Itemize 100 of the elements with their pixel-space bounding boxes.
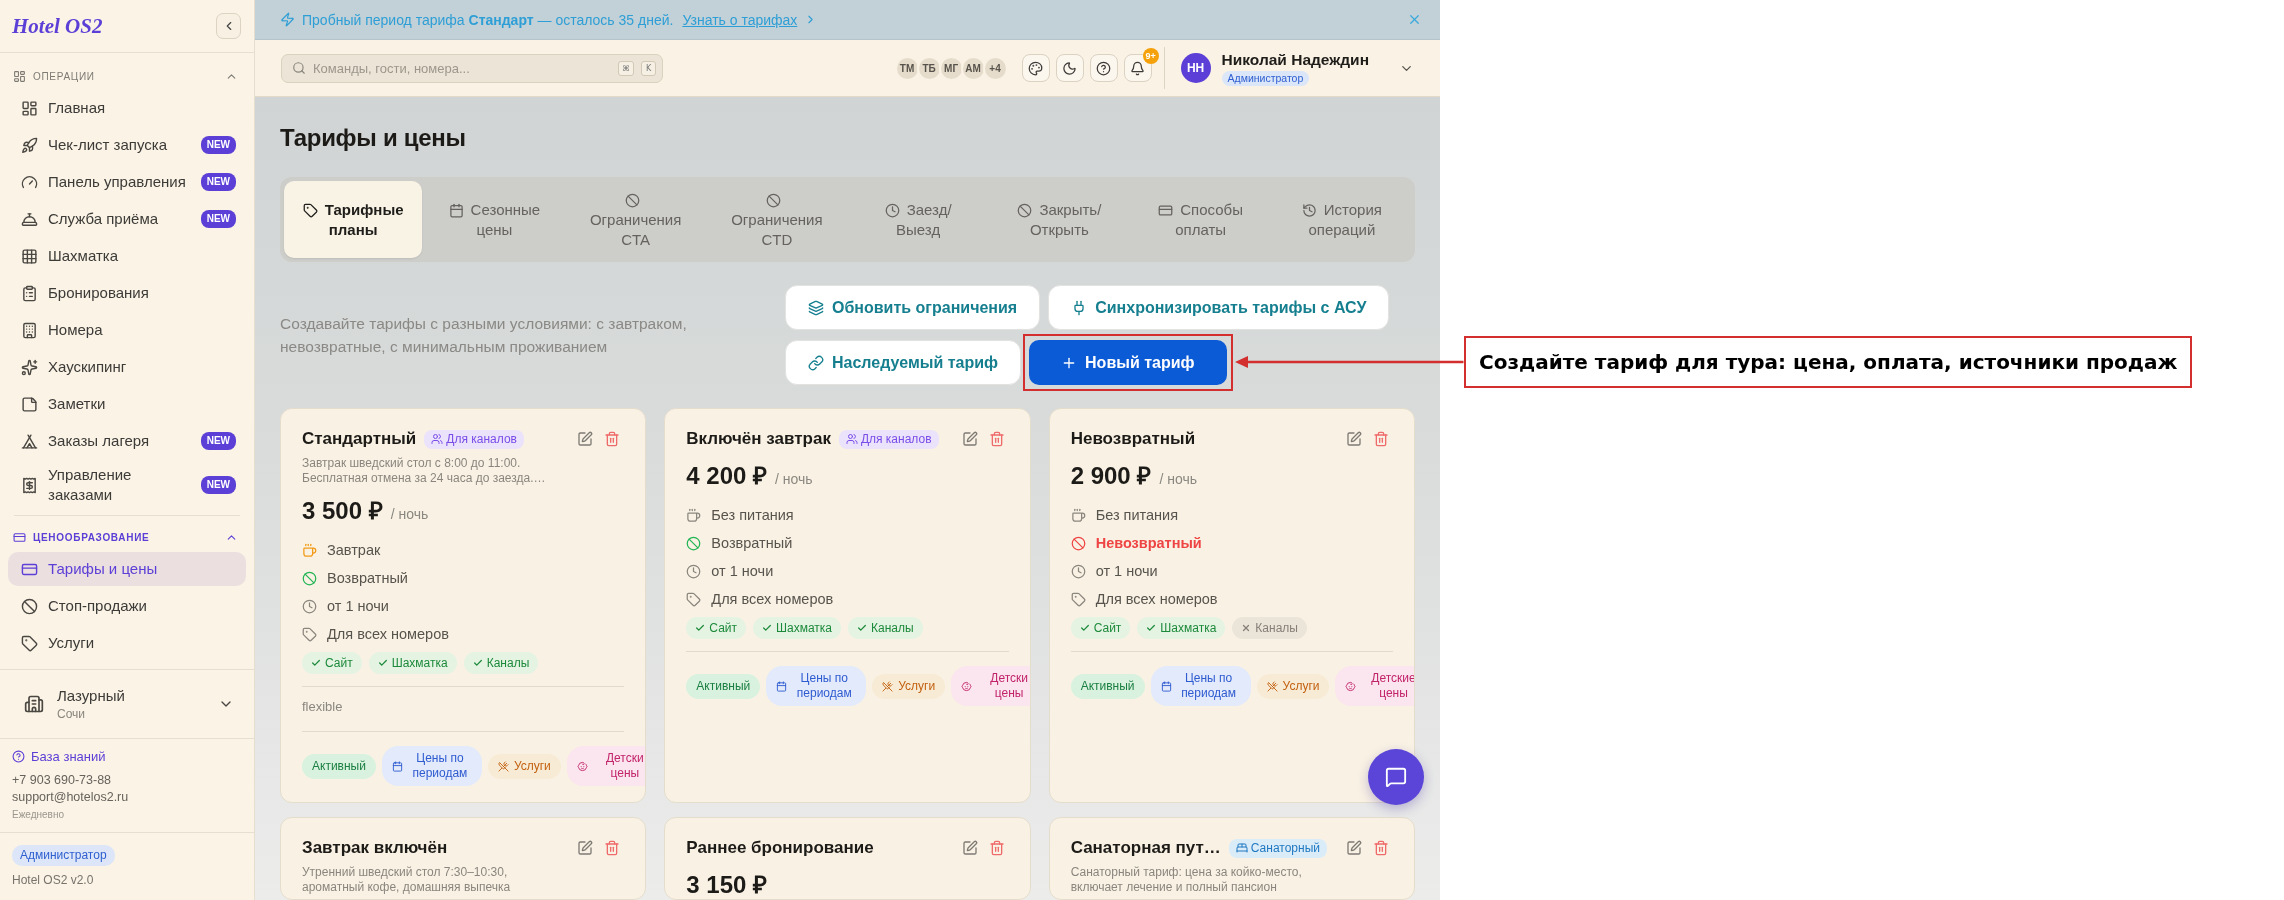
nav-item[interactable]: Номера: [8, 313, 246, 347]
calendar-icon: [1160, 680, 1172, 692]
app-version: Hotel OS2 v2.0: [12, 872, 94, 888]
rate-price: 3 500 ₽: [302, 498, 383, 524]
card-icon: [1158, 202, 1174, 218]
action-button[interactable]: Обновить ограничения: [785, 285, 1041, 330]
pencil-icon: [1346, 840, 1362, 856]
palette-button[interactable]: [1021, 54, 1050, 82]
pencil-icon: [1346, 431, 1362, 447]
chip-label: Детски цены: [604, 751, 645, 781]
delete-button[interactable]: [604, 840, 621, 856]
nav-item[interactable]: Чек-лист запуска NEW: [8, 128, 246, 162]
channel-label: Сайт: [325, 656, 353, 670]
min-stay-text: от 1 ночи: [1095, 563, 1158, 579]
action-button[interactable]: Наследуемый тариф: [785, 340, 1022, 385]
trash-icon: [1373, 431, 1389, 447]
collapse-sidebar-button[interactable]: [216, 13, 241, 39]
ban-icon: [21, 597, 38, 615]
support-email: support@hotelos2.ru: [12, 789, 129, 806]
edit-button[interactable]: [961, 840, 978, 856]
channel-label: Шахматка: [776, 621, 833, 635]
edit-button[interactable]: [961, 431, 978, 447]
notification-count: 9+: [1142, 48, 1159, 64]
edit-button[interactable]: [1346, 840, 1362, 856]
layers-icon: [808, 299, 824, 316]
new-badge: NEW: [200, 432, 236, 450]
section-header[interactable]: ОПЕРАЦИИ: [0, 61, 254, 91]
card-icon: [13, 530, 26, 544]
rate-note: flexible: [302, 699, 344, 715]
meal-text: Без питания: [711, 507, 794, 523]
tab[interactable]: Закрыть/Открыть: [990, 181, 1129, 258]
rate-price: 3 150 ₽: [686, 872, 768, 898]
rate-description: Утренний шведский стол 7:30–10:30, ароматный кофе, домашняя выпечка: [302, 865, 512, 894]
nav-item[interactable]: Служба приёма NEW: [8, 202, 246, 236]
user-avatar: МГ: [938, 55, 964, 81]
section-header[interactable]: ЦЕНООБРАЗОВАНИЕ: [0, 522, 254, 552]
app-logo: Hotel OS2: [12, 13, 103, 39]
check-icon: [377, 658, 388, 668]
delete-button[interactable]: [604, 431, 621, 447]
tab[interactable]: Заезд/Выезд: [849, 181, 988, 258]
lightning-icon: [280, 12, 295, 27]
pencil-icon: [961, 431, 978, 447]
clock-icon: [1070, 563, 1086, 579]
delete-button[interactable]: [1373, 840, 1389, 856]
new-badge: NEW: [200, 210, 236, 228]
nav-item[interactable]: Главная: [8, 91, 246, 125]
cross-icon: [1241, 623, 1252, 633]
help-button[interactable]: [1089, 54, 1118, 82]
delete-button[interactable]: [988, 840, 1005, 856]
edit-button[interactable]: [577, 840, 594, 856]
user-avatar: ТМ: [894, 55, 920, 81]
nav-item[interactable]: Управление заказами NEW: [8, 461, 246, 509]
badge-label: Для каналов: [446, 431, 517, 447]
nav-item[interactable]: Стоп-продажи: [8, 589, 246, 623]
property-selector[interactable]: Лазурный Сочи: [0, 669, 254, 738]
new-rate-button[interactable]: Новый тариф: [1029, 340, 1227, 385]
chip-label: Детски цены: [989, 671, 1029, 701]
chat-icon: [1385, 766, 1407, 788]
delete-button[interactable]: [988, 431, 1005, 447]
refund-text: Невозвратный: [1095, 535, 1202, 551]
nav-item[interactable]: Панель управления NEW: [8, 165, 246, 199]
nav-item[interactable]: Шахматка: [8, 239, 246, 273]
note-icon: [21, 395, 38, 413]
search-bar[interactable]: Команды, гости, номера... ⌘ K: [281, 53, 663, 83]
tab[interactable]: Ограничения CTA: [566, 181, 705, 258]
rate-title: Включён завтрак: [686, 428, 831, 450]
tag-icon: [302, 626, 317, 642]
edit-button[interactable]: [577, 431, 594, 447]
tab[interactable]: Сезонные цены: [425, 181, 564, 258]
tab[interactable]: История операций: [1272, 181, 1411, 258]
nav-item[interactable]: Заказы лагеря NEW: [8, 424, 246, 458]
knowledge-base-link[interactable]: База знаний: [12, 748, 106, 765]
building-icon: [24, 694, 44, 714]
bed-icon: [1235, 842, 1248, 854]
tab[interactable]: Способы оплаты: [1131, 181, 1270, 258]
support-phone: +7 903 690-73-88: [12, 772, 112, 789]
rooms-text: Для всех номеров: [1095, 591, 1218, 607]
tab[interactable]: Ограничения CTD: [707, 181, 846, 258]
dark-mode-button[interactable]: [1055, 54, 1084, 82]
clock-icon: [302, 598, 317, 614]
user-avatar: ТБ: [916, 55, 942, 81]
nav-item[interactable]: Заметки: [8, 387, 246, 421]
utensils-icon: [882, 680, 894, 692]
edit-button[interactable]: [1346, 431, 1362, 447]
delete-button[interactable]: [1373, 431, 1389, 447]
action-button[interactable]: Синхронизировать тарифы с АСУ: [1048, 285, 1390, 330]
chip-label: Цены по периодам: [795, 671, 853, 701]
tab[interactable]: Тарифные планы: [284, 181, 423, 258]
meal-text: Завтрак: [327, 542, 381, 558]
chip-label: Цены по периодам: [411, 751, 469, 781]
nav-item[interactable]: Хаускипинг: [8, 350, 246, 384]
moon-icon: [1062, 60, 1078, 76]
nav-item[interactable]: Услуги: [8, 626, 246, 660]
trash-icon: [988, 431, 1005, 447]
refund-text: Возвратный: [711, 535, 793, 551]
search-input[interactable]: Команды, гости, номера...: [313, 58, 611, 78]
rooms-text: Для всех номеров: [327, 626, 449, 642]
nav-item[interactable]: Бронирования: [8, 276, 246, 310]
pencil-icon: [961, 840, 978, 856]
nav-item[interactable]: Тарифы и цены: [8, 552, 246, 586]
